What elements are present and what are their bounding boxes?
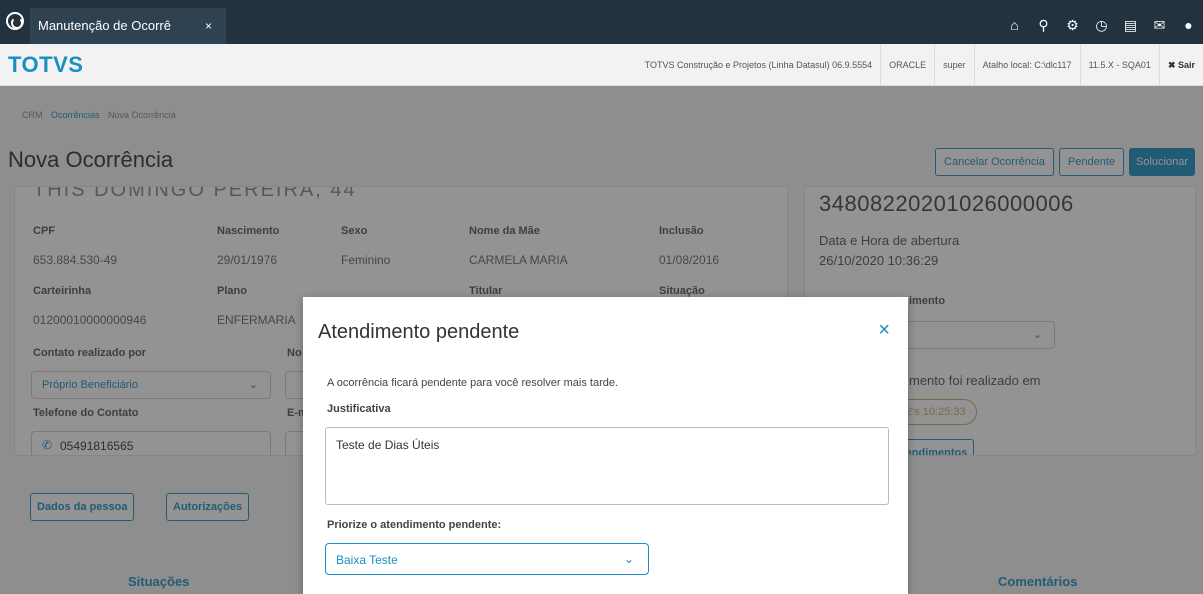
shortcut-info: Atalho local: C:\dlc117 bbox=[973, 44, 1080, 86]
home-icon[interactable]: ⌂ bbox=[1000, 8, 1029, 42]
document-icon[interactable]: ▤ bbox=[1116, 8, 1145, 42]
app-logo-icon[interactable] bbox=[6, 12, 24, 30]
justification-label: Justificativa bbox=[327, 403, 391, 415]
gear-icon[interactable]: ⚙ bbox=[1058, 8, 1087, 42]
priority-value: Baixa Teste bbox=[336, 553, 398, 567]
info-icon[interactable]: ● bbox=[1174, 8, 1203, 42]
brand-bar: TOTVS TOTVS Construção e Projetos (Linha… bbox=[0, 44, 1203, 86]
sitemap-icon[interactable]: ⚲ bbox=[1029, 8, 1058, 42]
modal-title: Atendimento pendente bbox=[318, 321, 520, 343]
close-icon[interactable]: × bbox=[878, 319, 890, 342]
user-info: super bbox=[934, 44, 974, 86]
justification-textarea[interactable] bbox=[325, 427, 889, 505]
priority-select[interactable]: Baixa Teste ⌄ bbox=[325, 543, 649, 575]
exit-link[interactable]: ✖ Sair bbox=[1158, 44, 1203, 86]
tab-manutencao-ocorrencia[interactable]: Manutenção de Ocorrê × bbox=[30, 8, 226, 44]
company-info: TOTVS Construção e Projetos (Linha Datas… bbox=[644, 60, 873, 70]
priority-label: Priorize o atendimento pendente: bbox=[327, 519, 502, 531]
tab-close-icon[interactable]: × bbox=[205, 8, 212, 44]
brand-logo: TOTVS bbox=[8, 52, 84, 77]
top-bar: Manutenção de Ocorrê × ⌂ ⚲ ⚙ ◷ ▤ ✉ ● bbox=[0, 0, 1203, 44]
tab-label: Manutenção de Ocorrê bbox=[38, 18, 171, 33]
mail-icon[interactable]: ✉ bbox=[1145, 8, 1174, 42]
help-icon[interactable]: ◷ bbox=[1087, 8, 1116, 42]
modal-description: A ocorrência ficará pendente para você r… bbox=[327, 377, 619, 389]
chevron-down-icon: ⌄ bbox=[623, 552, 634, 566]
version-info: 11.5.X - SQA01 bbox=[1079, 44, 1159, 86]
database-info: ORACLE bbox=[880, 44, 934, 86]
session-info: TOTVS Construção e Projetos (Linha Datas… bbox=[637, 44, 1203, 86]
top-icon-bar: ⌂ ⚲ ⚙ ◷ ▤ ✉ ● bbox=[1000, 8, 1203, 42]
pending-modal: Atendimento pendente × A ocorrência fica… bbox=[303, 297, 908, 594]
